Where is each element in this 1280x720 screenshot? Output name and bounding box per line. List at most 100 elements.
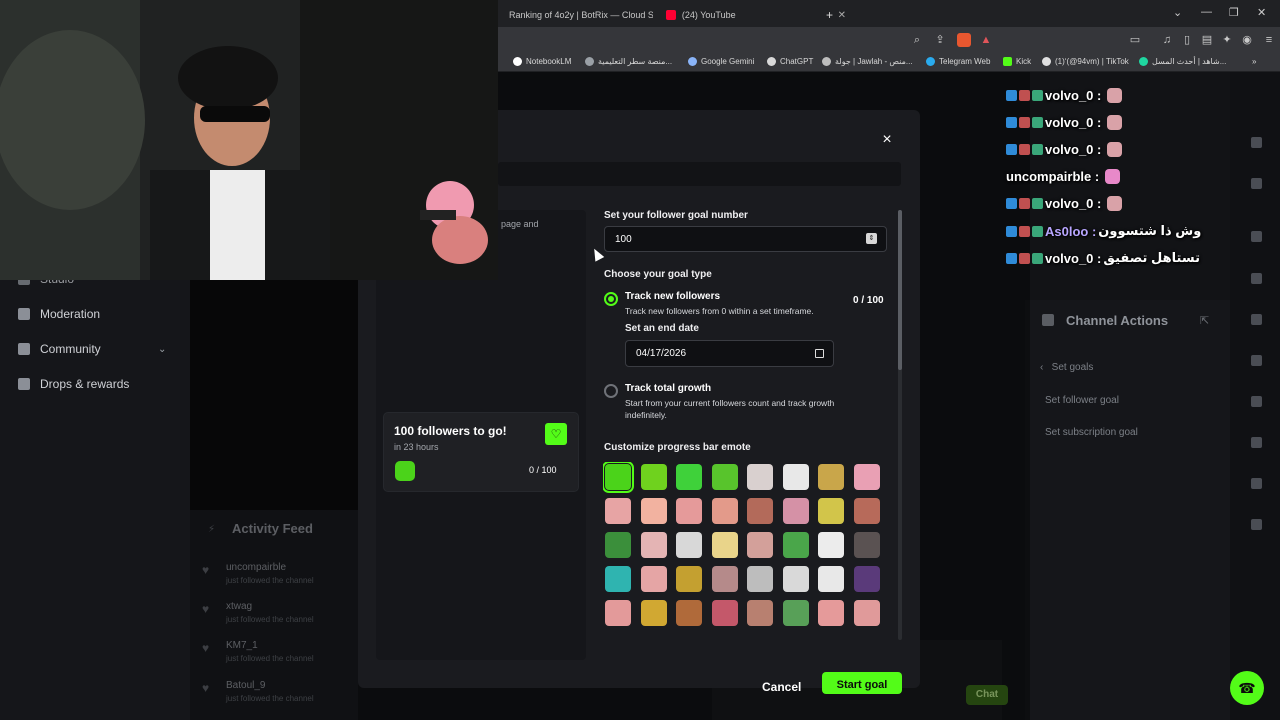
emote-option[interactable]	[853, 600, 880, 626]
emote-option[interactable]	[853, 566, 880, 592]
emote-option[interactable]	[605, 498, 631, 524]
notes-icon[interactable]	[1251, 314, 1262, 325]
emote-option[interactable]	[853, 532, 880, 558]
calendar-icon[interactable]	[815, 349, 824, 358]
tab-youtube[interactable]: (24) YouTube ✕	[666, 4, 846, 26]
emote-option[interactable]	[711, 498, 738, 524]
emote-option[interactable]	[782, 566, 809, 592]
chat-username[interactable]: As0loo :	[1045, 224, 1096, 239]
bookmark-chatgpt[interactable]: ChatGPT	[767, 57, 813, 66]
emote-option[interactable]	[711, 532, 738, 558]
zoom-icon[interactable]: ⌕	[910, 33, 924, 47]
bookmark-satr[interactable]: منصة سطر التعليمية...	[585, 57, 672, 66]
wallet-icon[interactable]: ▤	[1200, 33, 1214, 47]
emote-option[interactable]	[853, 498, 880, 524]
new-tab-button[interactable]: +	[826, 4, 833, 26]
emote-option[interactable]	[605, 600, 631, 626]
emote-option[interactable]	[747, 600, 773, 626]
sidebar-item-drops[interactable]: Drops & rewards	[18, 377, 129, 391]
maximize-button[interactable]: ❐	[1229, 6, 1239, 19]
menu-icon[interactable]: ≡	[1262, 33, 1276, 47]
emote-option[interactable]	[747, 532, 773, 558]
emote-option[interactable]	[640, 532, 667, 558]
sidebar-item-moderation[interactable]: Moderation	[18, 307, 100, 321]
share-icon[interactable]: ⇪	[933, 33, 947, 47]
emote-option[interactable]	[782, 532, 809, 558]
close-icon[interactable]: ×	[879, 132, 895, 148]
close-tab-icon[interactable]: ✕	[838, 10, 846, 21]
set-follower-goal-link[interactable]: Set follower goal	[1045, 395, 1119, 406]
bookmark-notebooklm[interactable]: NotebookLM	[513, 57, 571, 66]
radio-track-total[interactable]	[604, 384, 618, 398]
emote-option[interactable]	[711, 600, 738, 626]
bookmark-tiktok[interactable]: (1)‘(@94vm) | TikTok	[1042, 57, 1129, 66]
help-button[interactable]: ☎	[1230, 671, 1264, 705]
tab-botrix[interactable]: Ranking of 4o2y | BotRix — Cloud St	[503, 4, 653, 26]
ai-icon[interactable]: ✦	[1220, 33, 1234, 47]
emote-option[interactable]	[640, 600, 667, 626]
emote-option[interactable]	[603, 462, 634, 493]
emote-option[interactable]	[676, 566, 702, 592]
sidebar-toggle-icon[interactable]: ▭	[1128, 33, 1142, 47]
emote-option[interactable]	[640, 566, 667, 592]
emote-option[interactable]	[747, 464, 773, 490]
emote-option[interactable]	[711, 566, 738, 592]
layout-icon[interactable]	[1251, 437, 1262, 448]
chat-username[interactable]: volvo_0 :	[1045, 251, 1101, 266]
goal-number-input[interactable]: 100	[604, 226, 887, 252]
emote-option[interactable]	[640, 498, 667, 524]
chat-rail-icon[interactable]	[1251, 355, 1262, 366]
number-stepper-icon[interactable]: ⇕	[866, 233, 877, 244]
radio-track-new[interactable]	[604, 292, 618, 306]
set-subscription-goal-link[interactable]: Set subscription goal	[1045, 427, 1138, 438]
emote-option[interactable]	[818, 600, 844, 626]
sidebar-item-community[interactable]: Community	[18, 342, 101, 356]
modal-scroll-thumb[interactable]	[898, 210, 902, 370]
emote-option[interactable]	[818, 464, 844, 490]
emote-option[interactable]	[747, 566, 773, 592]
emote-option[interactable]	[818, 498, 844, 524]
minimize-button[interactable]: —	[1201, 6, 1212, 18]
bookmarks-more[interactable]: »	[1252, 57, 1256, 66]
emote-option[interactable]	[605, 532, 631, 558]
emote-option[interactable]	[782, 600, 809, 626]
chevron-down-icon[interactable]: ⌄	[158, 344, 168, 355]
close-window-button[interactable]: ✕	[1257, 6, 1266, 19]
bookmark-kick[interactable]: Kick	[1003, 57, 1031, 66]
bookmark-shahid[interactable]: شاهد | أحدث المسل...	[1139, 57, 1226, 66]
back-set-goals[interactable]: ‹ Set goals	[1040, 362, 1093, 373]
bookmark-gemini[interactable]: Google Gemini	[688, 57, 754, 66]
emote-option[interactable]	[676, 600, 702, 626]
cancel-button[interactable]: Cancel	[762, 680, 801, 694]
emote-option[interactable]	[782, 464, 809, 490]
chat-username[interactable]: volvo_0 :	[1045, 115, 1101, 130]
emote-option[interactable]	[605, 566, 631, 592]
bookmark-jawlah[interactable]: جولة | Jawlah - منص...	[822, 57, 913, 66]
rewards-icon[interactable]: ▲	[979, 33, 993, 47]
emote-option[interactable]	[853, 464, 880, 490]
emote-option[interactable]	[676, 498, 702, 524]
chat-username[interactable]: uncompairble :	[1006, 169, 1099, 184]
popout-icon[interactable]: ⇱	[1200, 314, 1209, 327]
emote-option[interactable]	[640, 464, 667, 490]
tools-icon[interactable]	[1251, 478, 1262, 489]
emote-option[interactable]	[818, 532, 844, 558]
share-rail-icon[interactable]	[1251, 519, 1262, 530]
emote-option[interactable]	[676, 532, 702, 558]
chat-username[interactable]: volvo_0 :	[1045, 88, 1101, 103]
edit-icon[interactable]	[1251, 178, 1262, 189]
emote-option[interactable]	[711, 464, 738, 490]
chat-username[interactable]: volvo_0 :	[1045, 196, 1101, 211]
emote-option[interactable]	[676, 464, 702, 490]
panel-icon[interactable]: ▯	[1180, 33, 1194, 47]
emote-option[interactable]	[818, 566, 844, 592]
info-icon[interactable]	[1251, 137, 1262, 148]
target-icon[interactable]	[1251, 231, 1262, 242]
emote-option[interactable]	[782, 498, 809, 524]
vpn-icon[interactable]: ◉	[1240, 33, 1254, 47]
end-date-input[interactable]: 04/17/2026	[625, 340, 834, 367]
emote-option[interactable]	[747, 498, 773, 524]
chat-username[interactable]: volvo_0 :	[1045, 142, 1101, 157]
brave-shield-icon[interactable]	[957, 33, 971, 47]
bookmark-telegram[interactable]: Telegram Web	[926, 57, 990, 66]
